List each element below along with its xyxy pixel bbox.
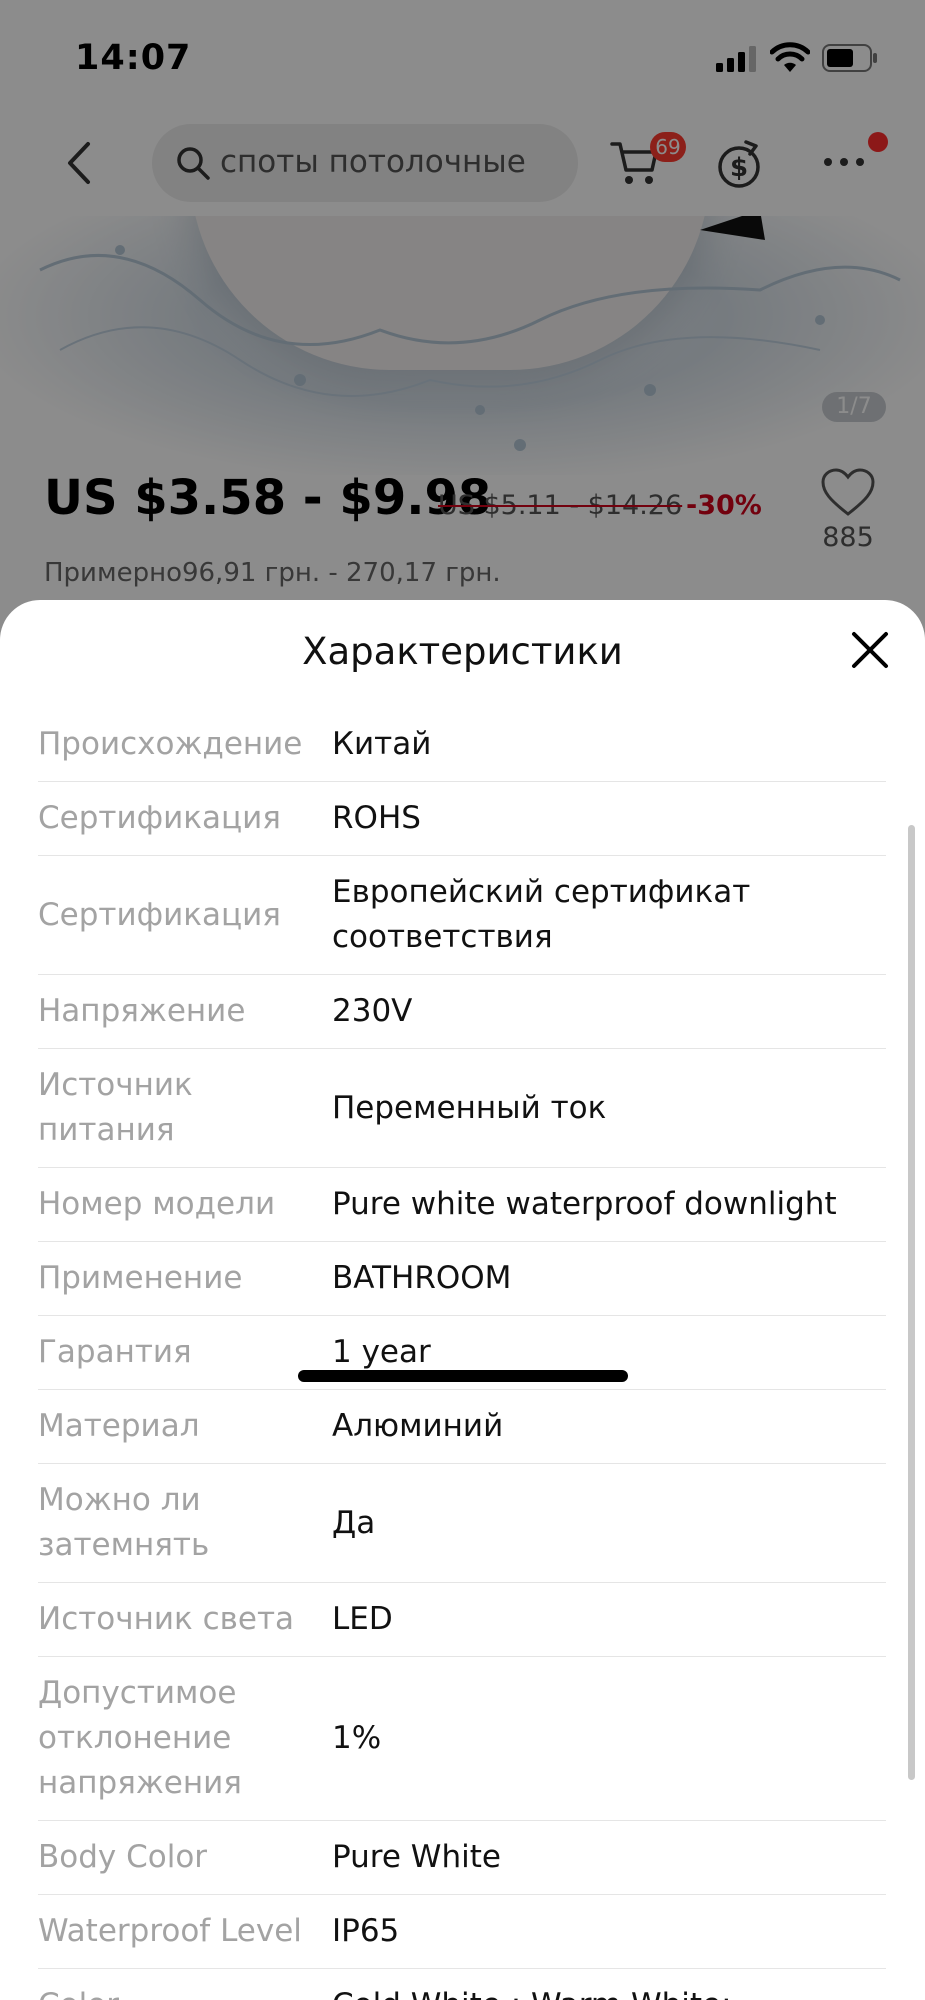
spec-row: ColorCold White ; Warm White; [38,1969,886,2000]
spec-row: Можно ли затемнять Да [38,1464,886,1583]
spec-value: Переменный ток [332,1089,607,1126]
spec-key: Напряжение [38,993,246,1029]
spec-row: Происхождение Китай [38,708,886,782]
spec-row: Сертификация Европейский сертификат соотв… [38,856,886,975]
spec-value: BATHROOM [332,1260,512,1296]
spec-row: Допустимое отклонение напряжения 1% [38,1657,886,1821]
spec-row: Применение BATHROOM [38,1242,886,1316]
spec-value: 1 year [332,1334,431,1370]
spec-row: Источник питания Переменный ток [38,1049,886,1168]
spec-value: 1% [332,1720,382,1756]
spec-key: Источник света [38,1601,295,1637]
spec-row: Сертификация ROHS [38,782,886,856]
spec-value: Pure white waterproof downlight [332,1186,837,1222]
spec-list: Происхождение Китай Сертификация ROHS Сертиф… [38,708,886,2000]
spec-key: Номер модели [38,1186,276,1222]
spec-value: Европейский сертификат соответствия [332,874,751,955]
spec-value: Cold White ; Warm White; [332,1983,886,2000]
spec-key: Body Color [38,1839,208,1875]
spec-value: LED [332,1601,393,1637]
spec-key: Источник питания [38,1067,193,1148]
spec-row: Источник света LED [38,1583,886,1657]
specifications-sheet: Характеристики Происхождение Китай Сертифи… [0,600,925,2000]
spec-row: Waterproof Level IP65 [38,1895,886,1969]
spec-key: Можно ли затемнять [38,1482,210,1563]
spec-key: Color [38,1983,332,2000]
spec-key: Допустимое отклонение напряжения [38,1675,242,1801]
spec-value: Да [332,1504,376,1541]
spec-key: Сертификация [38,800,281,836]
spec-key: Происхождение [38,726,303,762]
spec-value: ROHS [332,800,421,836]
spec-value: 230V [332,993,413,1029]
spec-value: Китай [332,726,432,762]
spec-row: Напряжение 230V [38,975,886,1049]
spec-row: Body Color Pure White [38,1821,886,1895]
spec-key: Гарантия [38,1334,192,1370]
close-icon[interactable] [850,630,890,670]
home-indicator[interactable] [298,1370,628,1382]
spec-row: Материал Алюминий [38,1390,886,1464]
spec-key: Сертификация [38,896,281,933]
spec-value: Алюминий [332,1408,504,1444]
spec-key: Применение [38,1260,243,1296]
scrollbar[interactable] [908,825,915,1780]
spec-value: IP65 [332,1913,400,1949]
spec-row: Номер модели Pure white waterproof downli… [38,1168,886,1242]
sheet-title: Характеристики [302,630,623,673]
spec-value: Pure White [332,1839,501,1875]
spec-key: Waterproof Level [38,1913,302,1949]
spec-key: Материал [38,1408,200,1444]
